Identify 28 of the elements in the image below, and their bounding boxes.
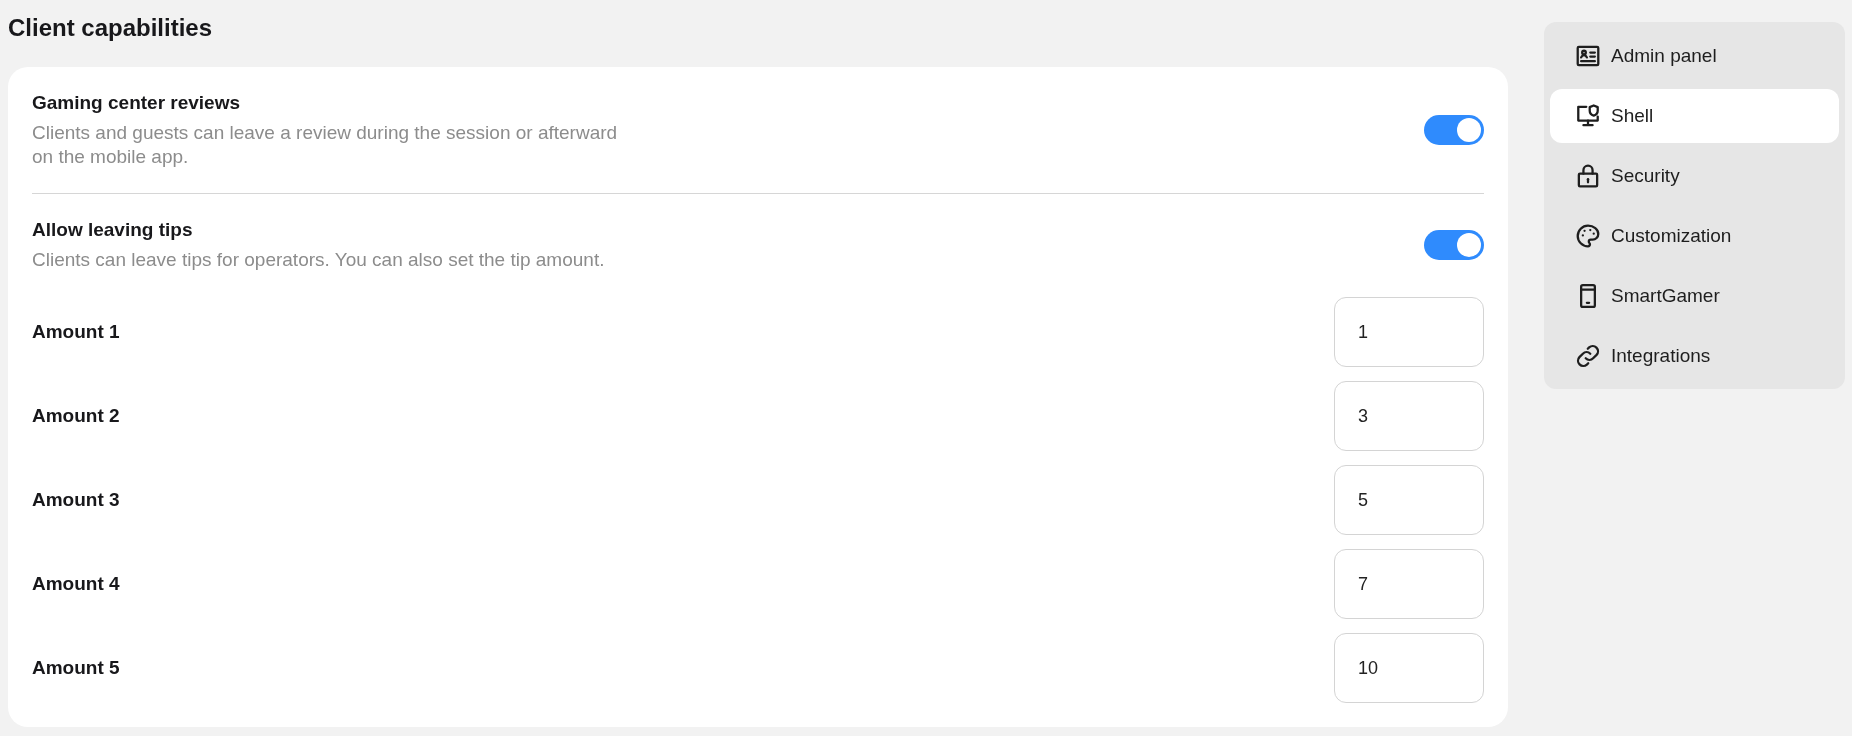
sidebar-item[interactable]: Admin panel xyxy=(1550,29,1839,83)
amount-label: Amount 4 xyxy=(32,571,120,596)
amount-label: Amount 2 xyxy=(32,403,120,428)
sidebar-item[interactable]: Integrations xyxy=(1550,329,1839,383)
sidebar-item[interactable]: Security xyxy=(1550,149,1839,203)
amount-field[interactable]: 10 xyxy=(1334,633,1484,703)
setting-description: Clients can leave tips for operators. You can also set the tip amount. xyxy=(32,248,605,272)
sidebar-item[interactable]: SmartGamer xyxy=(1550,269,1839,323)
amount-field[interactable]: 1 xyxy=(1334,297,1484,367)
palette-icon xyxy=(1576,224,1600,248)
id-card-icon xyxy=(1576,44,1600,68)
setting-description: Clients and guests can leave a review during the session or afterward on the mobile app. xyxy=(32,121,619,169)
setting-title: Gaming center reviews xyxy=(32,91,242,115)
padlock-icon xyxy=(1576,164,1600,188)
monitor-shield-icon xyxy=(1576,104,1600,128)
amount-label: Amount 1 xyxy=(32,319,120,344)
amount-field[interactable]: 3 xyxy=(1334,381,1484,451)
link-icon xyxy=(1576,344,1600,368)
setting-title: Allow leaving tips xyxy=(32,218,194,242)
amount-label: Amount 5 xyxy=(32,655,120,680)
sidebar-item[interactable]: Shell xyxy=(1550,89,1839,143)
toggle-switch[interactable] xyxy=(1424,115,1484,145)
amount-field[interactable]: 7 xyxy=(1334,549,1484,619)
toggle-switch[interactable] xyxy=(1424,230,1484,260)
page-title: Client capabilities xyxy=(8,14,214,42)
amount-label: Amount 3 xyxy=(32,487,120,512)
sidebar-item[interactable]: Customization xyxy=(1550,209,1839,263)
amount-field[interactable]: 5 xyxy=(1334,465,1484,535)
